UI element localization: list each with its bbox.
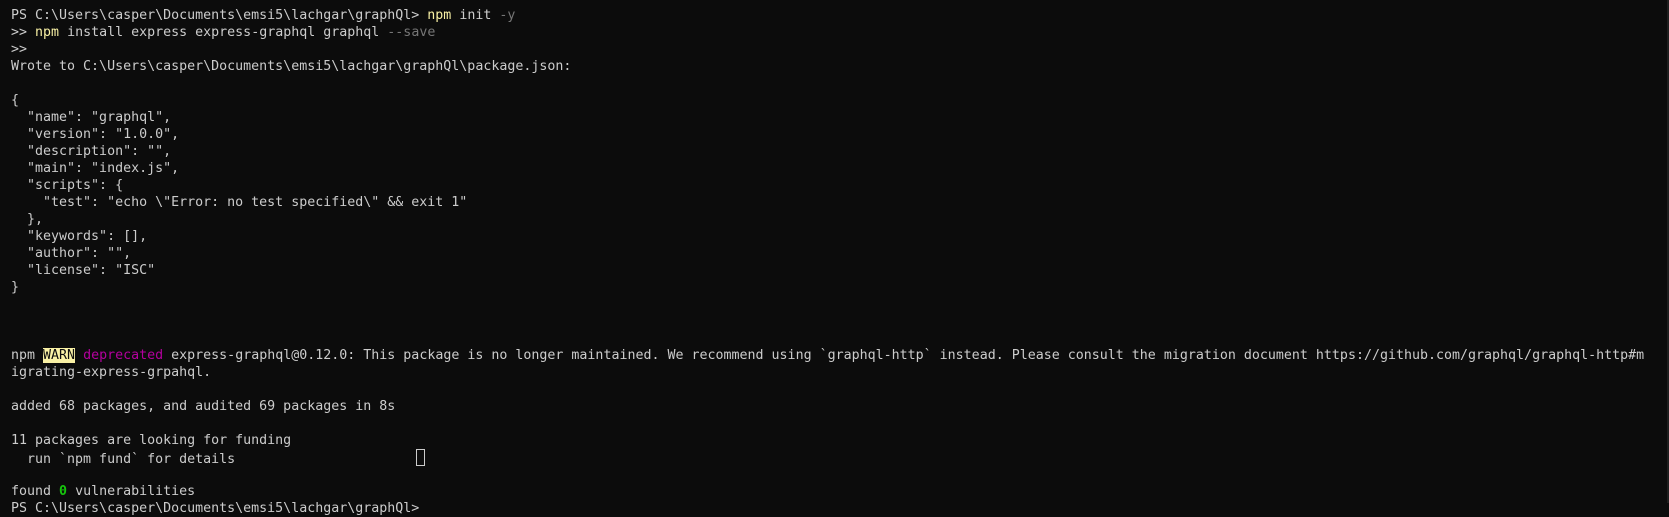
found-prefix: found	[11, 484, 60, 499]
command-flag: --save	[387, 25, 436, 40]
command-args: install express express-graphql graphql	[59, 25, 388, 40]
warn-npm: npm	[11, 348, 44, 363]
command-name: npm	[35, 25, 60, 40]
fund-details-text: run `npm fund` for details	[11, 452, 236, 467]
json-line: "version": "1.0.0",	[11, 127, 180, 142]
terminal-line-wrote: Wrote to C:\Users\casper\Documents\emsi5…	[11, 59, 572, 74]
json-line: {	[11, 93, 20, 108]
json-line: "scripts": {	[11, 178, 124, 193]
terminal-line-vulnerabilities: found 0 vulnerabilities	[11, 483, 1669, 500]
vulnerability-count: 0	[59, 484, 68, 499]
prompt-text: PS C:\Users\casper\Documents\emsi5\lachg…	[11, 8, 420, 23]
json-line: "name": "graphql",	[11, 110, 172, 125]
terminal-line-funding: 11 packages are looking for funding	[11, 433, 292, 448]
json-line: "description": "",	[11, 144, 172, 159]
json-line: },	[11, 212, 44, 227]
terminal-line-npm-init: PS C:\Users\casper\Documents\emsi5\lachg…	[11, 7, 1669, 24]
terminal-window[interactable]: PS C:\Users\casper\Documents\emsi5\lachg…	[0, 0, 1669, 516]
json-line: "test": "echo \"Error: no test specified…	[11, 195, 468, 210]
found-suffix: vulnerabilities	[67, 484, 196, 499]
terminal-line-warn-cont: igrating-express-grpahql.	[11, 365, 212, 380]
terminal-line-fund-details: run `npm fund` for details	[11, 449, 1669, 467]
text-cursor	[416, 449, 426, 466]
terminal-line-added: added 68 packages, and audited 69 packag…	[11, 399, 396, 414]
json-line: "license": "ISC"	[11, 263, 156, 278]
command-name: npm	[427, 8, 452, 23]
json-line: "keywords": [],	[11, 229, 148, 244]
json-line: "main": "index.js",	[11, 161, 180, 176]
command-args: init	[451, 8, 500, 23]
warn-badge: WARN	[43, 348, 76, 363]
warn-message: express-graphql@0.12.0: This package is …	[163, 348, 1645, 363]
json-line: "author": "",	[11, 246, 132, 261]
terminal-line-npm-install: >> npm install express express-graphql g…	[11, 24, 1669, 41]
continuation-prefix: >>	[11, 25, 36, 40]
deprecated-label: deprecated	[83, 348, 164, 363]
command-flag: -y	[499, 8, 516, 23]
terminal-line-continuation: >>	[11, 42, 28, 57]
json-line: }	[11, 280, 20, 295]
terminal-line-warn: npm WARN deprecated express-graphql@0.12…	[11, 347, 1669, 364]
